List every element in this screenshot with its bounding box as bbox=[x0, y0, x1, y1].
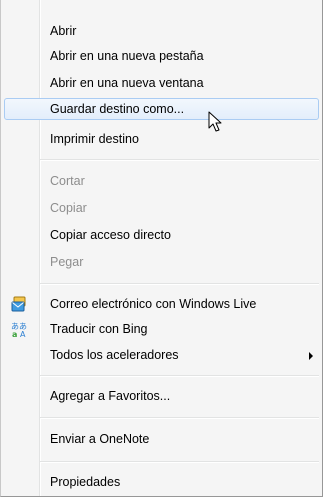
context-menu: Abrir Abrir en una nueva pestaña Abrir e… bbox=[0, 0, 323, 497]
menu-item-label: Abrir en una nueva pestaña bbox=[50, 49, 204, 63]
menu-item-traducir-bing[interactable]: あ あ a A Traducir con Bing bbox=[4, 318, 319, 340]
menu-item-label: Cortar bbox=[50, 174, 85, 188]
menu-item-label: Guardar destino como... bbox=[50, 102, 185, 116]
menu-item-label: Copiar acceso directo bbox=[50, 228, 171, 242]
menu-item-agregar-favoritos[interactable]: Agregar a Favoritos... bbox=[4, 385, 319, 407]
menu-item-label: Pegar bbox=[50, 255, 84, 269]
menu-item-abrir[interactable]: Abrir bbox=[4, 20, 319, 42]
menu-item-guardar-destino[interactable]: Guardar destino como... bbox=[4, 98, 319, 120]
menu-separator bbox=[40, 159, 319, 161]
menu-item-label: Traducir con Bing bbox=[50, 322, 148, 336]
menu-separator bbox=[40, 417, 319, 419]
menu-separator bbox=[40, 375, 319, 377]
menu-item-label: Abrir en una nueva ventana bbox=[50, 76, 204, 90]
svg-text:a: a bbox=[12, 330, 17, 338]
menu-item-label: Agregar a Favoritos... bbox=[50, 389, 171, 403]
windows-live-mail-icon bbox=[11, 296, 28, 313]
menu-item-pegar: Pegar bbox=[4, 251, 319, 273]
menu-separator bbox=[40, 283, 319, 285]
menu-item-imprimir-destino[interactable]: Imprimir destino bbox=[4, 128, 319, 150]
svg-text:A: A bbox=[20, 330, 26, 338]
menu-item-enviar-onenote[interactable]: Enviar a OneNote bbox=[4, 428, 319, 450]
menu-item-abrir-nueva-pestana[interactable]: Abrir en una nueva pestaña bbox=[4, 45, 319, 67]
menu-separator bbox=[40, 461, 319, 463]
menu-item-correo-windows-live[interactable]: Correo electrónico con Windows Live bbox=[4, 293, 319, 315]
menu-item-label: Abrir bbox=[50, 24, 77, 38]
menu-item-abrir-nueva-ventana[interactable]: Abrir en una nueva ventana bbox=[4, 72, 319, 94]
bing-translator-icon: あ あ a A bbox=[11, 321, 28, 339]
menu-item-label: Propiedades bbox=[50, 475, 121, 489]
submenu-arrow-icon bbox=[309, 352, 313, 360]
menu-item-label: Todos los aceleradores bbox=[50, 348, 179, 362]
menu-item-todos-aceleradores[interactable]: Todos los aceleradores bbox=[4, 344, 319, 366]
menu-item-label: Enviar a OneNote bbox=[50, 432, 150, 446]
menu-item-copiar: Copiar bbox=[4, 197, 319, 219]
mouse-pointer-icon bbox=[208, 111, 228, 135]
menu-item-cortar: Cortar bbox=[4, 170, 319, 192]
menu-item-label: Imprimir destino bbox=[50, 132, 139, 146]
menu-item-label: Copiar bbox=[50, 201, 87, 215]
menu-item-propiedades[interactable]: Propiedades bbox=[4, 471, 319, 493]
menu-item-label: Correo electrónico con Windows Live bbox=[50, 297, 257, 311]
menu-item-copiar-acceso-directo[interactable]: Copiar acceso directo bbox=[4, 224, 319, 246]
